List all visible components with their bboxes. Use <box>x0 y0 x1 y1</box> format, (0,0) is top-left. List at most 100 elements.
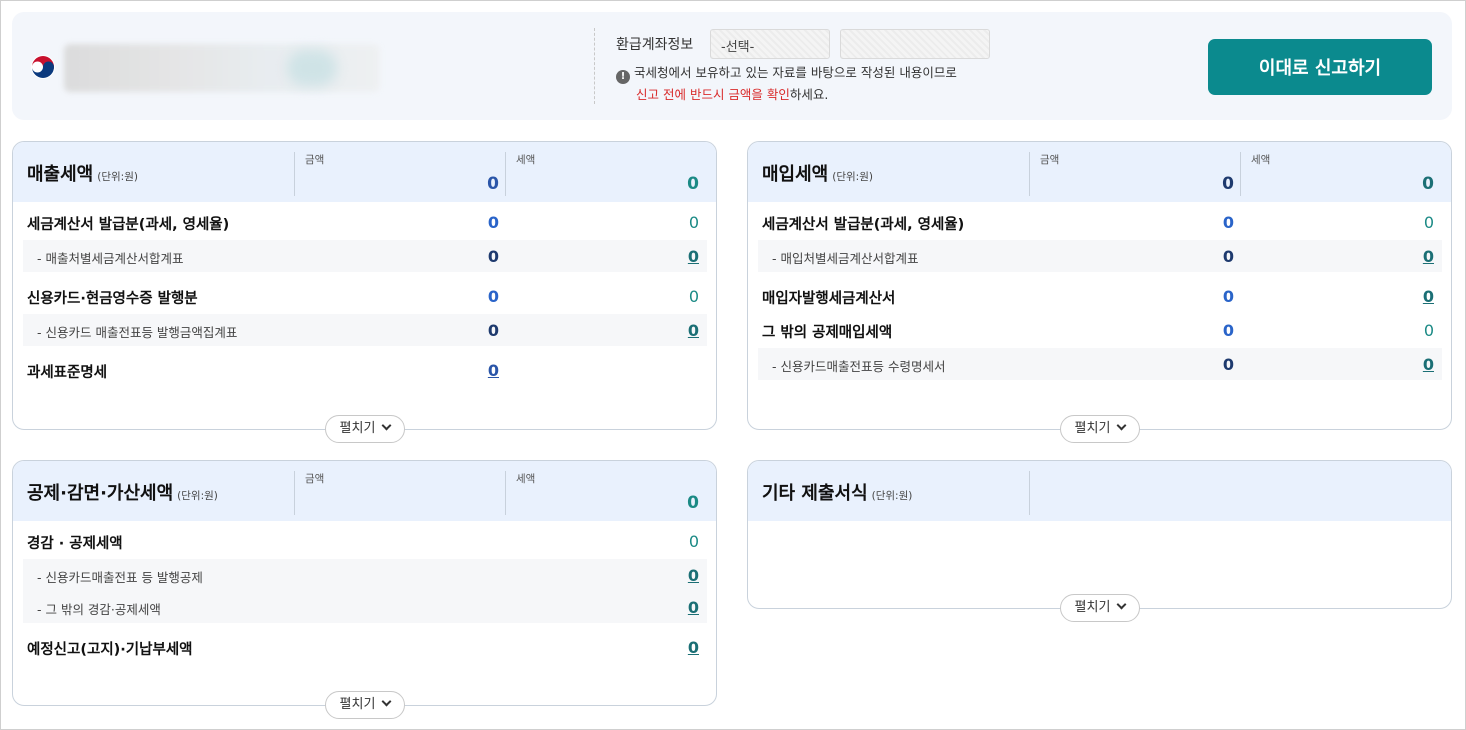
row-amount-link[interactable]: 0 <box>433 361 499 380</box>
row-amount: 0 <box>487 213 499 232</box>
government-logo-icon <box>31 55 55 79</box>
table-row: - 그 밖의 경감·공제세액 0 <box>23 591 707 623</box>
row-label: - 매출처별세금계산서합계표 <box>37 251 184 266</box>
panel-header: 기타 제출서식 (단위:원) <box>748 461 1451 521</box>
row-label: 세금계산서 발급분(과세, 영세율) <box>762 217 965 233</box>
panel-header: 공제·감면·가산세액 (단위:원) 금액 세액 0 <box>13 461 716 521</box>
row-label: 과세표준명세 <box>27 365 108 381</box>
tax-total: 0 <box>687 493 699 513</box>
amount-header: 금액 <box>1040 154 1060 166</box>
table-row: 세금계산서 발급분(과세, 영세율) 0 0 <box>23 206 707 238</box>
row-tax-link[interactable]: 0 <box>633 566 699 585</box>
table-row: 신용카드·현금영수증 발행분 0 0 <box>23 280 707 312</box>
table-row: 예정신고(고지)·기납부세액 0 <box>23 631 707 663</box>
tax-header: 세액 <box>1251 154 1271 166</box>
tax-total: 0 <box>687 174 699 194</box>
row-label: 예정신고(고지)·기납부세액 <box>27 642 193 658</box>
deduction-tax-panel: 공제·감면·가산세액 (단위:원) 금액 세액 0 경감 · 공제세액 0 - 신… <box>12 460 717 719</box>
expand-button[interactable]: 펼치기 <box>1060 594 1140 622</box>
row-amount: 0 <box>1222 321 1234 340</box>
tax-header: 세액 <box>516 154 536 166</box>
chevron-down-icon <box>381 696 392 707</box>
refund-account-label: 환급계좌정보 <box>616 37 694 53</box>
row-amount: 0 <box>487 287 499 306</box>
row-tax: 0 <box>1423 321 1434 340</box>
row-tax-link[interactable]: 0 <box>633 247 699 266</box>
row-amount: 0 <box>487 321 499 340</box>
header-divider <box>294 471 295 515</box>
panel-title: 매출세액 (단위:원) <box>27 164 138 185</box>
row-label: - 신용카드매출전표 등 발행공제 <box>37 570 203 585</box>
panel-header: 매출세액 (단위:원) 금액 0 세액 0 <box>13 142 716 202</box>
purchase-tax-panel: 매입세액 (단위:원) 금액 0 세액 0 세금계산서 발급분(과세, 영세율) … <box>747 141 1452 443</box>
panel-header: 매입세액 (단위:원) 금액 0 세액 0 <box>748 142 1451 202</box>
row-label: - 매입처별세금계산서합계표 <box>772 251 919 266</box>
chevron-down-icon <box>1116 599 1127 610</box>
row-tax: 0 <box>688 532 699 551</box>
header-divider <box>1240 152 1241 196</box>
unit-label: (단위:원) <box>97 171 138 183</box>
amount-total: 0 <box>487 174 499 194</box>
table-row: - 신용카드매출전표 등 발행공제 0 <box>23 559 707 591</box>
header-divider <box>1029 471 1030 515</box>
row-tax: 0 <box>688 287 699 306</box>
row-tax: 0 <box>688 213 699 232</box>
row-amount: 0 <box>487 247 499 266</box>
redacted-badge <box>287 50 337 86</box>
table-row: 매입자발행세금계산서 0 0 <box>758 280 1442 312</box>
table-row: - 신용카드매출전표등 수령명세서 0 0 <box>758 348 1442 380</box>
unit-label: (단위:원) <box>832 171 873 183</box>
notice-warning: 신고 전에 반드시 금액을 확인 <box>636 87 790 102</box>
table-row: - 매입처별세금계산서합계표 0 0 <box>758 240 1442 272</box>
row-tax: 0 <box>1423 213 1434 232</box>
row-tax-link[interactable]: 0 <box>1368 247 1434 266</box>
info-icon: ! <box>616 70 630 84</box>
row-tax-link[interactable]: 0 <box>633 598 699 617</box>
row-amount: 0 <box>1222 287 1234 306</box>
table-row: - 매출처별세금계산서합계표 0 0 <box>23 240 707 272</box>
row-tax-link[interactable]: 0 <box>633 638 699 657</box>
header-divider <box>1029 152 1030 196</box>
submit-report-button[interactable]: 이대로 신고하기 <box>1208 39 1432 95</box>
amount-header: 금액 <box>305 154 325 166</box>
panel-title: 매입세액 (단위:원) <box>762 164 873 185</box>
table-row: 그 밖의 공제매입세액 0 0 <box>758 314 1442 346</box>
table-row: 세금계산서 발급분(과세, 영세율) 0 0 <box>758 206 1442 238</box>
chevron-down-icon <box>1116 420 1127 431</box>
row-label: 세금계산서 발급분(과세, 영세율) <box>27 217 230 233</box>
table-row: 경감 · 공제세액 0 <box>23 525 707 557</box>
header-divider <box>505 152 506 196</box>
row-label: - 그 밖의 경감·공제세액 <box>37 602 161 617</box>
tax-total: 0 <box>1422 174 1434 194</box>
unit-label: (단위:원) <box>871 490 913 502</box>
refund-account-input[interactable] <box>840 29 990 59</box>
row-label: - 신용카드매출전표등 수령명세서 <box>772 359 946 374</box>
unit-label: (단위:원) <box>177 490 218 502</box>
table-row: - 신용카드 매출전표등 발행금액집계표 0 0 <box>23 314 707 346</box>
amount-header: 금액 <box>305 473 325 485</box>
row-tax-link[interactable]: 0 <box>1368 355 1434 374</box>
row-label: 경감 · 공제세액 <box>27 536 123 552</box>
row-tax-link[interactable]: 0 <box>633 321 699 340</box>
expand-button[interactable]: 펼치기 <box>325 415 405 443</box>
panel-title: 공제·감면·가산세액 (단위:원) <box>27 483 218 504</box>
refund-bank-select[interactable]: -선택- <box>710 29 830 59</box>
divider <box>594 28 595 104</box>
expand-button[interactable]: 펼치기 <box>1060 415 1140 443</box>
row-label: 신용카드·현금영수증 발행분 <box>27 291 198 307</box>
tax-header: 세액 <box>516 473 536 485</box>
top-bar: 환급계좌정보 -선택- ! 국세청에서 보유하고 있는 자료를 바탕으로 작성된 … <box>12 12 1452 120</box>
row-tax-link[interactable]: 0 <box>1368 287 1434 306</box>
row-amount: 0 <box>1222 213 1234 232</box>
chevron-down-icon <box>381 420 392 431</box>
notice-line1: 국세청에서 보유하고 있는 자료를 바탕으로 작성된 내용이므로 <box>634 65 957 80</box>
header-divider <box>294 152 295 196</box>
expand-button[interactable]: 펼치기 <box>325 691 405 719</box>
notice-text: ! 국세청에서 보유하고 있는 자료를 바탕으로 작성된 내용이므로 신고 전에 … <box>616 62 957 106</box>
table-row: 과세표준명세 0 <box>23 354 707 386</box>
row-label: 매입자발행세금계산서 <box>762 291 896 307</box>
sales-tax-panel: 매출세액 (단위:원) 금액 0 세액 0 세금계산서 발급분(과세, 영세율) … <box>12 141 717 443</box>
other-forms-panel: 기타 제출서식 (단위:원) 펼치기 <box>747 460 1452 622</box>
amount-total: 0 <box>1222 174 1234 194</box>
panel-title: 기타 제출서식 (단위:원) <box>762 483 913 504</box>
